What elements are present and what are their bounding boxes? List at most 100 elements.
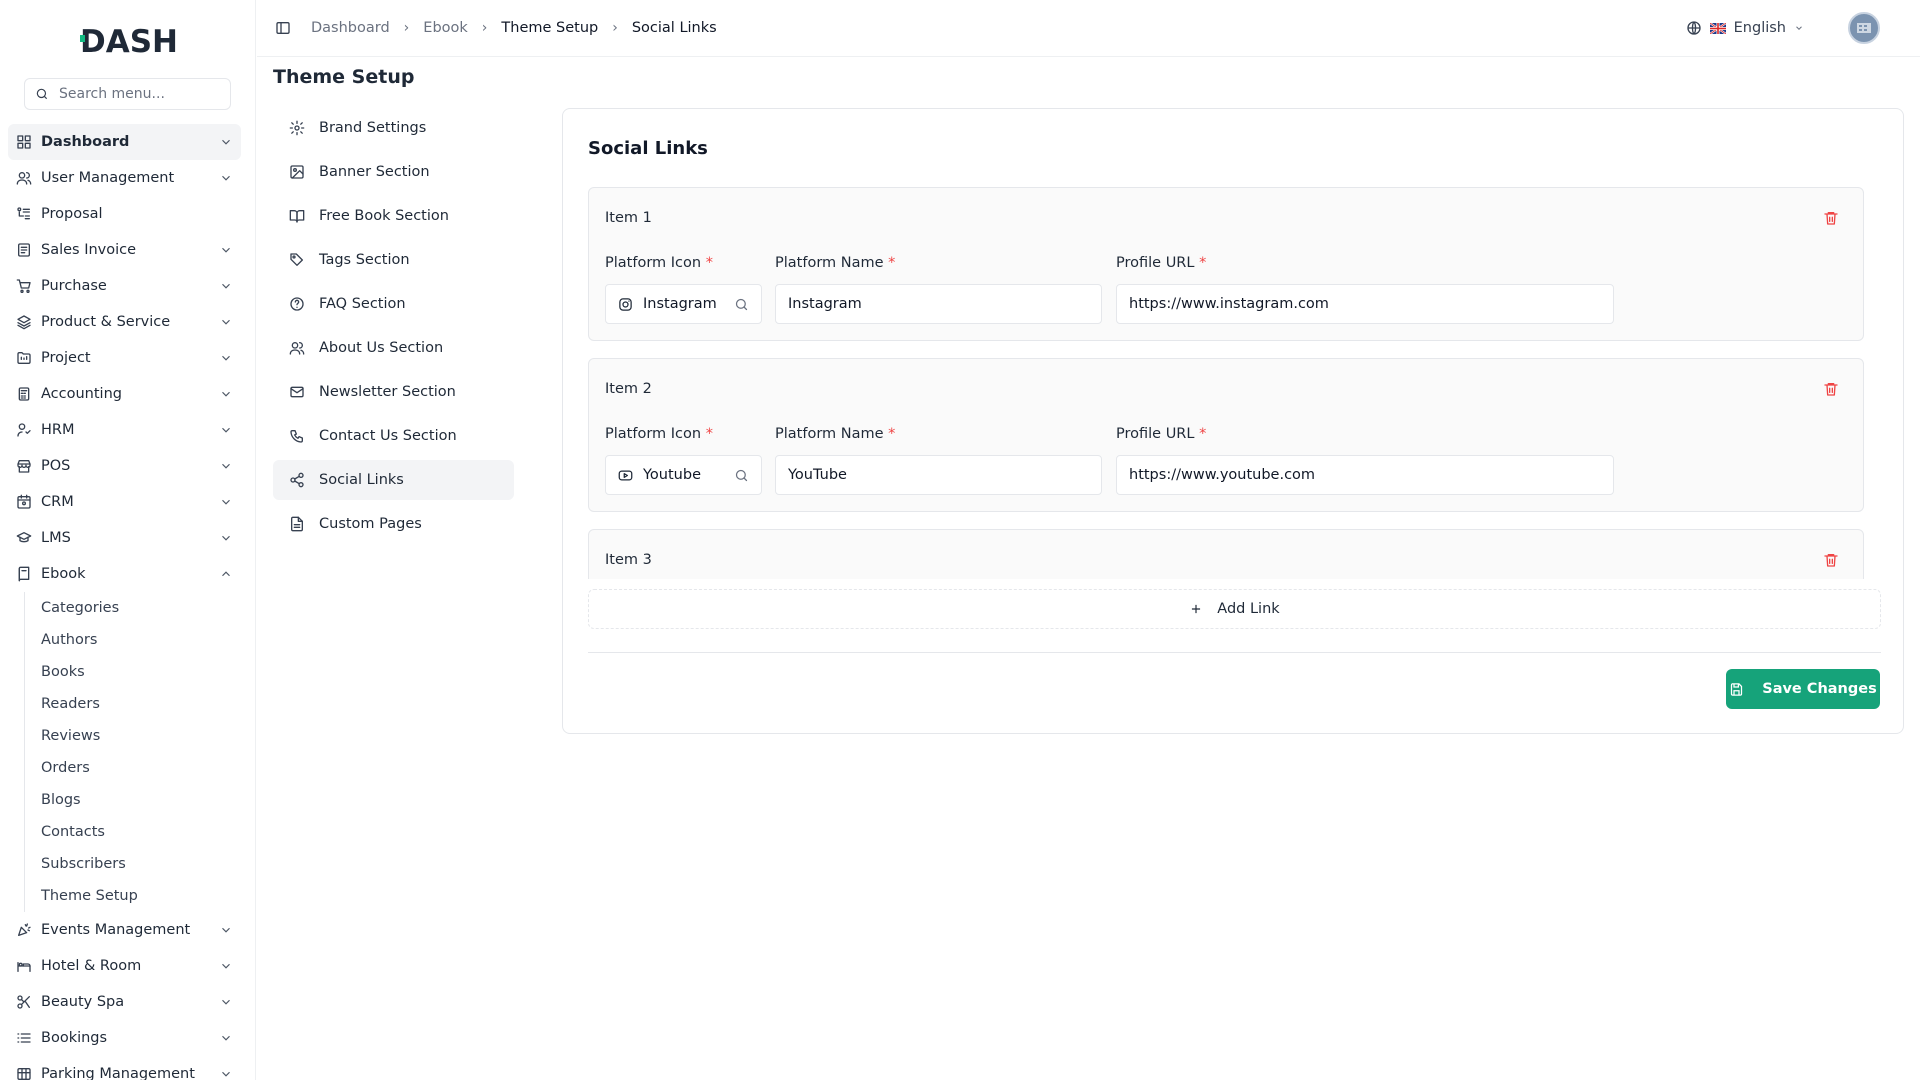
- theme-nav-label: Social Links: [319, 472, 404, 488]
- save-changes-button[interactable]: Save Changes: [1726, 669, 1880, 709]
- sidebar-subitem-readers[interactable]: Readers: [41, 688, 255, 720]
- chevron-down-icon: [222, 499, 230, 505]
- platform-name-input[interactable]: Instagram: [775, 284, 1102, 324]
- sidebar-item-sales-invoice[interactable]: Sales Invoice: [8, 232, 241, 268]
- theme-nav-custom-pages[interactable]: Custom Pages: [273, 504, 514, 544]
- graduation-icon: [16, 532, 32, 543]
- theme-nav-label: Custom Pages: [319, 516, 422, 532]
- theme-nav-banner-section[interactable]: Banner Section: [273, 152, 514, 192]
- delete-item-button[interactable]: [1823, 381, 1839, 397]
- sidebar-item-ebook[interactable]: Ebook: [8, 556, 241, 592]
- sidebar-item-pos[interactable]: POS: [8, 448, 241, 484]
- sidebar-item-label: Beauty Spa: [41, 994, 125, 1010]
- sidebar-subitem-reviews[interactable]: Reviews: [41, 720, 255, 752]
- delete-item-button[interactable]: [1823, 210, 1839, 226]
- social-link-item: Item 2 Platform Icon * Platform Name * P…: [588, 358, 1864, 512]
- chevron-down-icon: [222, 355, 230, 361]
- gear-icon: [289, 120, 305, 136]
- layers-icon: [17, 315, 31, 330]
- sidebar-item-label: LMS: [41, 530, 71, 546]
- trash-icon: [1824, 554, 1838, 567]
- delete-item-button[interactable]: [1823, 552, 1839, 568]
- sidebar-subitem-theme-setup[interactable]: Theme Setup: [41, 880, 255, 912]
- chevron-down-icon: [1796, 26, 1802, 30]
- theme-nav-faq-section[interactable]: FAQ Section: [273, 284, 514, 324]
- language-selector[interactable]: English: [1686, 20, 1804, 36]
- sidebar-subitem-subscribers[interactable]: Subscribers: [41, 848, 255, 880]
- sidebar-subitem-books[interactable]: Books: [41, 656, 255, 688]
- sidebar-item-lms[interactable]: LMS: [8, 520, 241, 556]
- sidebar-item-purchase[interactable]: Purchase: [8, 268, 241, 304]
- social-links-list[interactable]: Item 1 Platform Icon * Platform Name * P…: [588, 187, 1864, 579]
- logo-mark: DASH: [79, 25, 176, 55]
- item-title: Item 3: [605, 552, 652, 568]
- sidebar-subitem-blogs[interactable]: Blogs: [41, 784, 255, 816]
- save-changes-label: Save Changes: [1762, 681, 1877, 697]
- sidebar-item-hrm[interactable]: HRM: [8, 412, 241, 448]
- chevron-down-icon: [222, 999, 230, 1005]
- book-icon: [18, 566, 30, 582]
- globe-icon: [1686, 21, 1701, 35]
- sidebar-item-product-and-service[interactable]: Product & Service: [8, 304, 241, 340]
- profile-url-input[interactable]: https://www.instagram.com: [1116, 284, 1614, 324]
- sidebar-toggle-icon[interactable]: [275, 20, 291, 36]
- breadcrumb: Dashboard › Ebook › Theme Setup › Social…: [311, 20, 717, 36]
- chevron-down-icon: [222, 463, 230, 469]
- breadcrumb-dashboard[interactable]: Dashboard: [311, 20, 390, 36]
- breadcrumb-ebook[interactable]: Ebook: [423, 20, 468, 36]
- sidebar-item-accounting[interactable]: Accounting: [8, 376, 241, 412]
- sidebar-item-label: POS: [41, 458, 71, 474]
- ebook-submenu: Categories Authors Books Readers Reviews Orde…: [24, 592, 255, 912]
- users-icon: [16, 172, 32, 185]
- sidebar-item-proposal[interactable]: Proposal: [8, 196, 241, 232]
- search-icon: [735, 298, 748, 310]
- sidebar-subitem-categories[interactable]: Categories: [41, 592, 255, 624]
- sidebar-item-bookings[interactable]: Bookings: [8, 1020, 241, 1056]
- logo[interactable]: DASH: [0, 0, 255, 78]
- search-icon: [735, 469, 748, 481]
- sidebar-subitem-orders[interactable]: Orders: [41, 752, 255, 784]
- theme-nav-contact-us-section[interactable]: Contact Us Section: [273, 416, 514, 456]
- theme-nav-newsletter-section[interactable]: Newsletter Section: [273, 372, 514, 412]
- sidebar-item-user-management[interactable]: User Management: [8, 160, 241, 196]
- platform-name-label: Platform Name *: [775, 255, 896, 271]
- theme-nav-social-links[interactable]: Social Links: [273, 460, 514, 500]
- theme-nav-brand-settings[interactable]: Brand Settings: [273, 108, 514, 148]
- profile-url-input[interactable]: https://www.youtube.com: [1116, 455, 1614, 495]
- chevron-right-icon: ›: [403, 20, 410, 36]
- theme-nav-tags-section[interactable]: Tags Section: [273, 240, 514, 280]
- platform-icon-picker[interactable]: Youtube: [605, 455, 762, 495]
- platform-name-input[interactable]: YouTube: [775, 455, 1102, 495]
- sidebar-item-crm[interactable]: CRM: [8, 484, 241, 520]
- party-icon: [18, 923, 31, 936]
- search-placeholder: Search menu...: [59, 86, 165, 102]
- sidebar-item-parking-management[interactable]: Parking Management: [8, 1056, 241, 1080]
- sidebar-subitem-contacts[interactable]: Contacts: [41, 816, 255, 848]
- sidebar-item-label: Accounting: [41, 386, 122, 402]
- breadcrumb-theme-setup[interactable]: Theme Setup: [501, 20, 598, 36]
- add-link-button[interactable]: Add Link: [588, 589, 1881, 629]
- folder-icon: [17, 352, 31, 364]
- search-menu-input[interactable]: Search menu...: [24, 78, 231, 110]
- sidebar-item-project[interactable]: Project: [8, 340, 241, 376]
- user-avatar[interactable]: [1848, 12, 1880, 44]
- platform-icon-picker[interactable]: Instagram: [605, 284, 762, 324]
- sidebar-item-dashboard[interactable]: Dashboard: [8, 124, 241, 160]
- sidebar-subitem-authors[interactable]: Authors: [41, 624, 255, 656]
- theme-nav-about-us-section[interactable]: About Us Section: [273, 328, 514, 368]
- theme-nav-label: About Us Section: [319, 340, 444, 356]
- theme-nav-label: Brand Settings: [319, 120, 427, 136]
- sidebar-item-events-management[interactable]: Events Management: [8, 912, 241, 948]
- theme-nav-free-book-section[interactable]: Free Book Section: [273, 196, 514, 236]
- file-icon: [291, 516, 303, 532]
- card-title: Social Links: [588, 138, 708, 159]
- sidebar-item-label: HRM: [41, 422, 75, 438]
- profile-url-label: Profile URL *: [1116, 255, 1207, 271]
- hrm-icon: [17, 423, 31, 437]
- sidebar-item-hotel-and-room[interactable]: Hotel & Room: [8, 948, 241, 984]
- sidebar-item-label: Product & Service: [41, 314, 171, 330]
- sidebar-item-beauty-spa[interactable]: Beauty Spa: [8, 984, 241, 1020]
- sidebar-item-label: Hotel & Room: [41, 958, 142, 974]
- sidebar-item-label: Parking Management: [41, 1066, 195, 1080]
- chevron-down-icon: [222, 927, 230, 933]
